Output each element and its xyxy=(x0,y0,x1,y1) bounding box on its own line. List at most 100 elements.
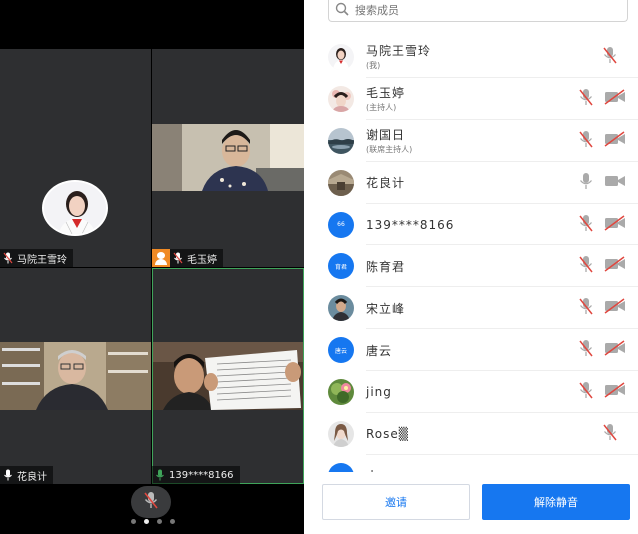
page-dot[interactable] xyxy=(170,519,175,524)
tile-name: 毛玉婷 xyxy=(187,254,217,266)
participant-controls xyxy=(578,162,638,204)
participant-info: Rose▒ xyxy=(366,427,409,441)
mic-muted-icon[interactable] xyxy=(578,381,594,403)
mic-muted-icon[interactable] xyxy=(602,423,618,445)
mic-speaking-icon xyxy=(155,469,165,481)
participant-name: 陈育君 xyxy=(366,259,406,274)
mic-icon[interactable] xyxy=(578,172,594,194)
participant-panel: 马院王雪玲 (我) 毛玉婷 (主持人) xyxy=(304,0,638,534)
participant-row[interactable]: 毛玉婷 (主持人) xyxy=(304,78,638,120)
participant-info: 139****8166 xyxy=(366,218,454,232)
participant-role: (主持人) xyxy=(366,103,397,113)
mic-muted-icon[interactable] xyxy=(578,214,594,236)
participant-name: 宋立峰 xyxy=(366,301,406,316)
participant-avatar xyxy=(328,462,354,472)
participant-name: 139****8166 xyxy=(366,217,455,232)
participant-name: 马院王雪玲 xyxy=(366,44,432,59)
participant-controls xyxy=(602,36,638,78)
participant-name: Rose▒ xyxy=(366,426,410,441)
tile-name-tag: 花良计 xyxy=(0,466,53,484)
page-dot[interactable] xyxy=(157,519,162,524)
panel-footer: 邀请 解除静音 xyxy=(304,472,638,534)
video-off-icon[interactable] xyxy=(604,256,626,276)
participant-row[interactable]: 马院王雪玲 (我) xyxy=(304,36,638,78)
participant-name: 谢国日 xyxy=(366,128,406,143)
video-off-icon[interactable] xyxy=(604,131,626,151)
participant-avatar: 育君 xyxy=(328,253,354,280)
participant-row[interactable]: 66 139****8166 xyxy=(304,204,638,246)
participant-avatar xyxy=(328,420,354,447)
participant-controls xyxy=(578,204,638,246)
participant-row[interactable]: jing xyxy=(304,371,638,413)
tile-name-tag: 139****8166 xyxy=(152,466,240,484)
mic-muted-icon xyxy=(143,491,159,513)
participant-info: 宋立峰 xyxy=(366,300,405,317)
mic-muted-icon xyxy=(3,252,13,264)
video-icon[interactable] xyxy=(604,173,626,193)
video-tile-2[interactable]: 毛玉婷 xyxy=(152,49,304,267)
participant-avatar xyxy=(328,169,354,196)
participant-role: (我) xyxy=(366,61,381,71)
mute-toggle-button[interactable] xyxy=(131,486,171,518)
participant-controls xyxy=(578,78,638,120)
participant-video xyxy=(0,342,151,410)
participant-info: 唐云 xyxy=(366,342,392,359)
mic-muted-icon[interactable] xyxy=(578,88,594,110)
mic-muted-icon[interactable] xyxy=(578,339,594,361)
participant-row[interactable]: 唐云 唐云 xyxy=(304,329,638,372)
participant-controls xyxy=(578,329,638,371)
participant-avatar xyxy=(328,43,354,70)
mic-muted-icon[interactable] xyxy=(578,255,594,277)
search-icon xyxy=(335,2,349,19)
participant-avatar xyxy=(328,295,354,322)
participant-list[interactable]: 马院王雪玲 (我) 毛玉婷 (主持人) 谢国日 (联席主持人) 花良计 66 1… xyxy=(304,36,638,472)
mic-muted-icon[interactable] xyxy=(578,297,594,319)
participant-info: 陈育君 xyxy=(366,258,405,275)
participant-controls xyxy=(602,413,638,455)
participant-name: jing xyxy=(366,385,392,400)
participant-video xyxy=(152,124,304,191)
participant-avatar xyxy=(42,180,108,236)
participant-avatar: 唐云 xyxy=(328,337,354,364)
video-tile-3[interactable]: 花良计 xyxy=(0,268,151,484)
video-tile-1[interactable]: 马院王雪玲 xyxy=(0,49,151,267)
participant-info: 毛玉婷 (主持人) xyxy=(366,84,405,113)
video-off-icon[interactable] xyxy=(604,340,626,360)
participant-name: 唐云 xyxy=(366,343,393,358)
participant-row[interactable]: Rose▒ xyxy=(304,413,638,455)
participant-info: 花良计 xyxy=(366,174,405,191)
unmute-all-button[interactable]: 解除静音 xyxy=(482,484,630,520)
participant-row[interactable]: 宋立峰 xyxy=(304,287,638,330)
participant-row[interactable]: 花良计 xyxy=(304,162,638,204)
page-dot[interactable] xyxy=(131,519,136,524)
tile-name: 139****8166 xyxy=(169,469,234,481)
invite-button[interactable]: 邀请 xyxy=(322,484,470,520)
mic-muted-icon xyxy=(173,252,183,264)
video-tile-4[interactable]: 139****8166 xyxy=(152,268,304,484)
video-off-icon[interactable] xyxy=(604,298,626,318)
search-input[interactable] xyxy=(355,1,627,20)
mic-muted-icon[interactable] xyxy=(602,46,618,68)
participant-controls xyxy=(578,371,638,413)
participant-video xyxy=(153,342,303,410)
participant-avatar: 66 xyxy=(328,211,354,238)
participant-row[interactable]: 小 xyxy=(304,455,638,472)
participant-info: jing xyxy=(366,385,392,399)
video-off-icon[interactable] xyxy=(604,214,626,235)
participant-info: 马院王雪玲 (我) xyxy=(366,42,431,71)
tile-name-tag: 马院王雪玲 xyxy=(0,249,73,267)
participant-controls xyxy=(578,245,638,287)
tile-name: 花良计 xyxy=(17,471,47,483)
page-dot-active[interactable] xyxy=(144,519,149,524)
participant-row[interactable]: 谢国日 (联席主持人) xyxy=(304,120,638,162)
tile-name-tag: 毛玉婷 xyxy=(152,249,223,267)
mic-muted-icon[interactable] xyxy=(578,130,594,152)
participant-row[interactable]: 育君 陈育君 xyxy=(304,245,638,288)
participant-name: 花良计 xyxy=(366,176,406,191)
participant-controls xyxy=(578,287,638,329)
video-off-icon[interactable] xyxy=(604,89,626,109)
video-off-icon[interactable] xyxy=(604,382,626,402)
video-grid: 马院王雪玲 毛玉婷 花良计 139****8166 xyxy=(0,0,304,534)
member-search[interactable] xyxy=(328,0,628,22)
participant-avatar xyxy=(328,379,354,406)
